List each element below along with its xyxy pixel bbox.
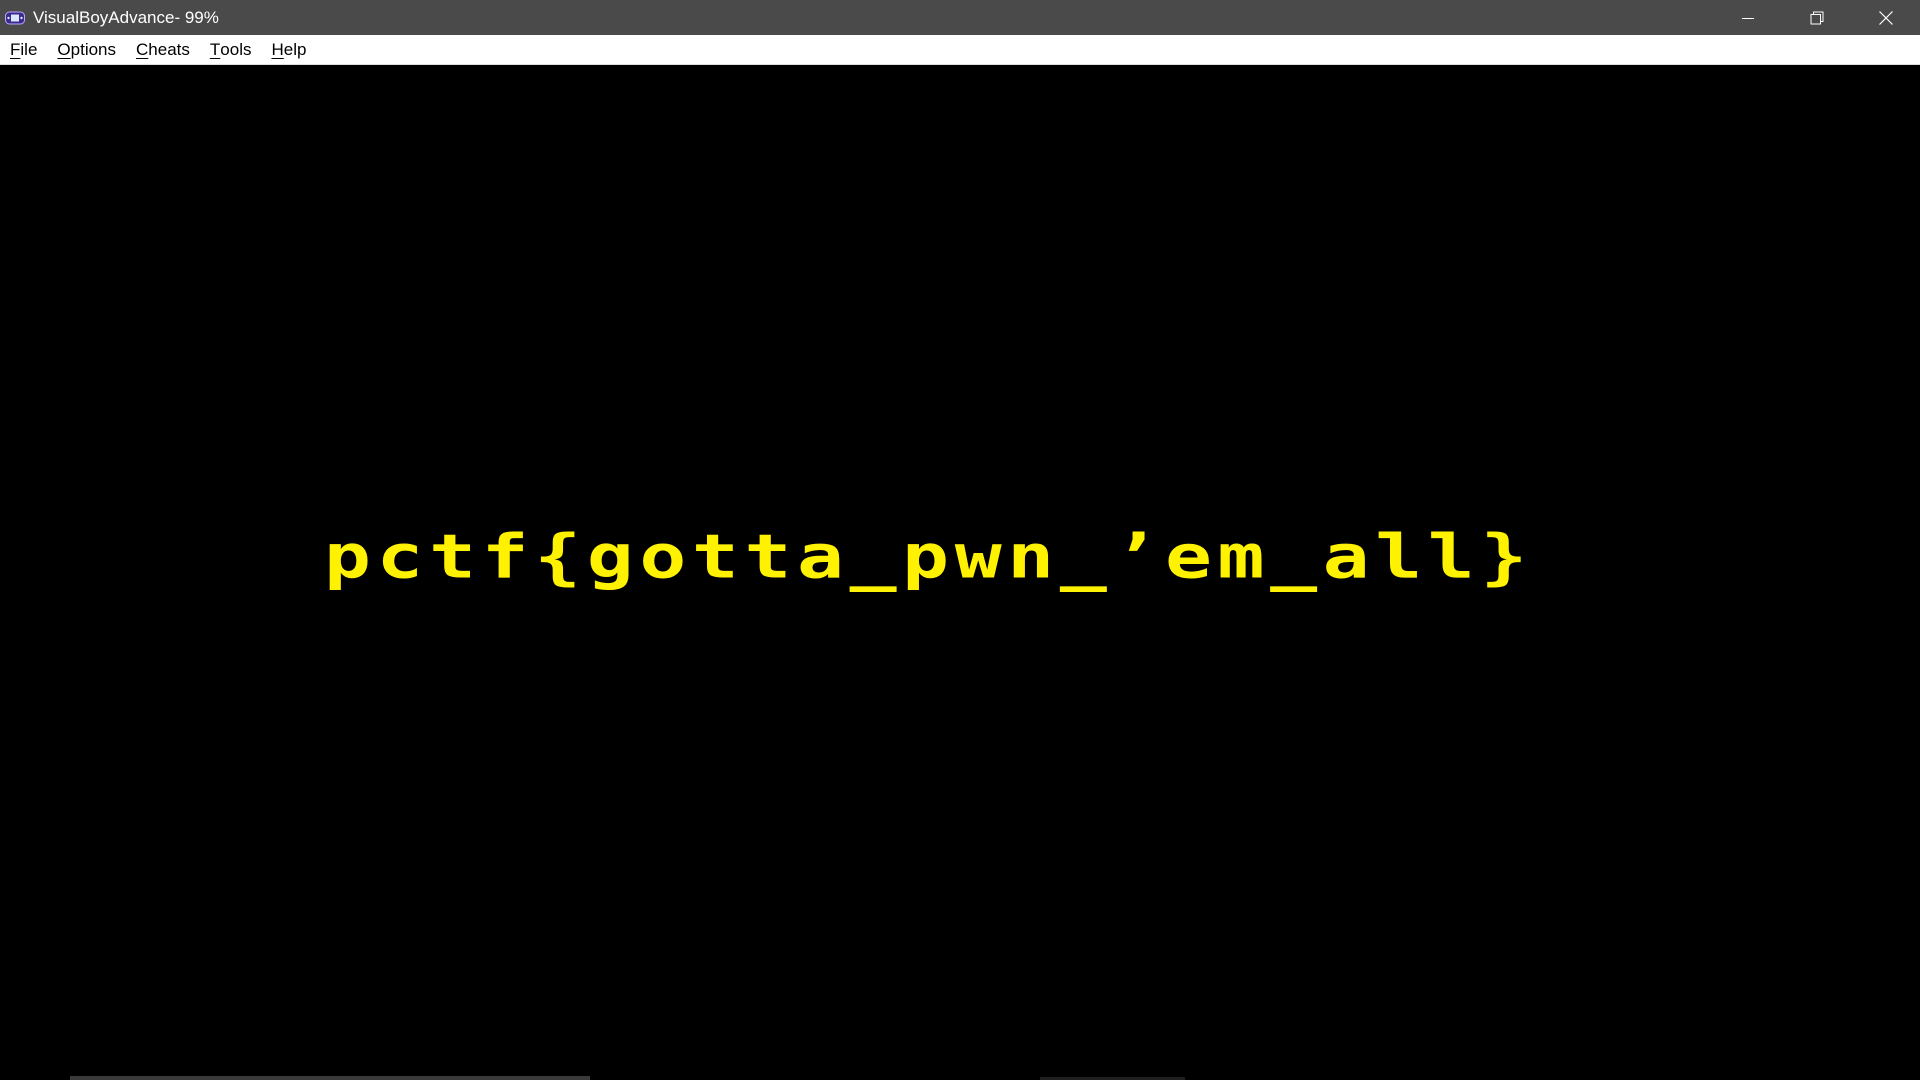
menu-cheats-label: heats <box>148 39 190 59</box>
menu-cheats-mnemonic: C <box>136 39 149 59</box>
menu-file-label: ile <box>20 39 38 59</box>
restore-icon <box>1810 11 1823 24</box>
restore-button[interactable] <box>1782 0 1851 35</box>
menu-options-label: ptions <box>70 39 117 59</box>
menu-tools-label: ools <box>220 39 252 59</box>
close-icon <box>1878 10 1893 25</box>
minimize-icon <box>1741 17 1754 19</box>
menu-file-mnemonic: F <box>10 39 21 59</box>
menu-file[interactable]: File <box>0 35 47 65</box>
window-controls <box>1713 0 1920 35</box>
menu-bar: File Options Cheats Tools Help <box>0 35 1920 65</box>
game-screen[interactable]: pctf{gotta_pwn_’em_all} <box>0 66 1920 1080</box>
flag-text: pctf{gotta_pwn_’em_all} <box>324 521 1533 593</box>
menu-cheats[interactable]: Cheats <box>126 35 200 65</box>
title-bar[interactable]: VisualBoyAdvance- 99% <box>0 0 1920 35</box>
menu-options-mnemonic: O <box>57 39 71 59</box>
bottom-edge-strip <box>70 1076 590 1080</box>
menu-tools-mnemonic: T <box>209 39 221 59</box>
minimize-button[interactable] <box>1713 0 1782 35</box>
gameboy-advance-icon <box>4 9 26 26</box>
menu-options[interactable]: Options <box>47 35 126 65</box>
menu-help[interactable]: Help <box>261 35 316 65</box>
menu-tools[interactable]: Tools <box>200 35 262 65</box>
close-button[interactable] <box>1851 0 1920 35</box>
window-title: VisualBoyAdvance- 99% <box>33 7 219 27</box>
menu-help-label: elp <box>283 39 307 59</box>
menu-help-mnemonic: H <box>271 39 284 59</box>
